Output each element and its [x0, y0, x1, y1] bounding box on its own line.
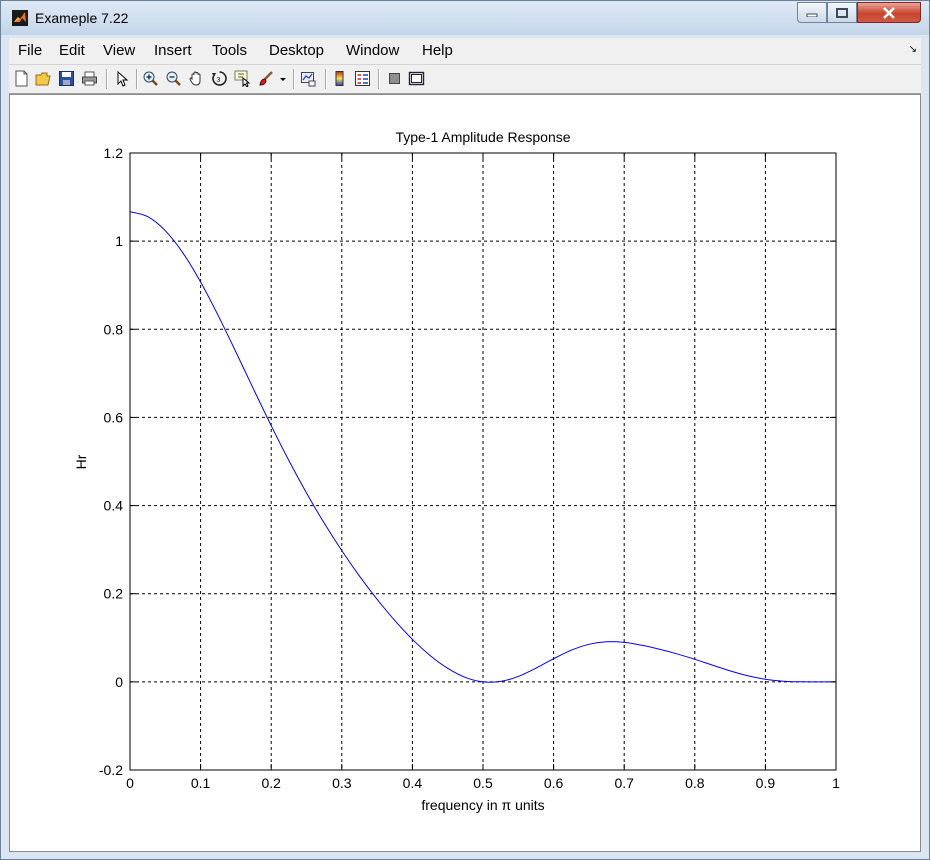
x-axis-label: frequency in π units	[421, 797, 544, 813]
x-tick-label: 0.6	[544, 775, 564, 791]
x-tick-label: 0.7	[614, 775, 634, 791]
y-tick-label: 1.2	[104, 145, 124, 161]
zoom-in-icon[interactable]	[142, 70, 159, 87]
toolbar-separator	[325, 69, 327, 89]
show-plot-tools-icon[interactable]	[408, 70, 425, 87]
maximize-icon	[836, 7, 848, 18]
x-tick-label: 0.4	[403, 775, 423, 791]
amplitude-response-plot: 0 0.1 0.2 0.3 0.4 0.5 0.6 0.7 0.8 0.9 1-0.200.20.4…	[73, 129, 840, 813]
menu-desktop[interactable]: Desktop	[269, 42, 324, 59]
pointer-icon[interactable]	[113, 70, 130, 87]
toolbar-separator	[106, 69, 108, 89]
menu-window[interactable]: Window	[346, 42, 399, 59]
menu-edit[interactable]: Edit	[59, 42, 85, 59]
close-icon	[883, 6, 895, 19]
brush-dropdown-icon[interactable]	[279, 70, 287, 87]
x-tick-label: 0.5	[473, 775, 493, 791]
y-tick-label: 0.6	[104, 409, 124, 425]
menu-insert[interactable]: Insert	[154, 42, 192, 59]
x-tick-label: 0.1	[191, 775, 211, 791]
maximize-button[interactable]	[827, 2, 857, 23]
matlab-icon	[12, 10, 28, 26]
open-file-icon[interactable]	[35, 70, 52, 87]
title-bar[interactable]: Exameple 7.22	[1, 1, 929, 35]
x-tick-label: 0.2	[261, 775, 281, 791]
new-figure-icon[interactable]	[13, 70, 30, 87]
toolbar-separator	[378, 69, 380, 89]
x-tick-label: 0.8	[685, 775, 705, 791]
menu-bar: File Edit View Insert Tools Desktop Wind…	[9, 38, 921, 65]
chart-title: Type-1 Amplitude Response	[395, 129, 570, 145]
figure-window: Exameple 7.22 File Edit View Insert Tool…	[0, 0, 930, 860]
x-tick-label: 0.9	[756, 775, 776, 791]
window-title: Exameple 7.22	[35, 10, 129, 26]
y-tick-label: -0.2	[99, 762, 123, 778]
menu-help[interactable]: Help	[422, 42, 453, 59]
y-axis-label: Hr	[73, 454, 89, 469]
svg-text:3: 3	[217, 77, 221, 84]
menu-view[interactable]: View	[103, 42, 135, 59]
brush-icon[interactable]	[258, 70, 275, 87]
y-tick-label: 0.4	[104, 498, 124, 514]
y-tick-label: 0.2	[104, 586, 124, 602]
insert-colorbar-icon[interactable]	[331, 70, 348, 87]
figure-canvas: 0 0.1 0.2 0.3 0.4 0.5 0.6 0.7 0.8 0.9 1 -0.2 0 0.2 0.4…	[9, 94, 921, 852]
menu-file[interactable]: File	[18, 42, 42, 59]
toolbar-separator	[136, 69, 138, 89]
x-tick-label: 0	[126, 775, 134, 791]
minimize-icon	[806, 13, 818, 17]
y-tick-label: 0	[115, 674, 123, 690]
menu-tools[interactable]: Tools	[212, 42, 247, 59]
data-cursor-icon[interactable]	[234, 70, 251, 87]
y-tick-label: 0.8	[104, 321, 124, 337]
figure-toolbar: 3	[9, 65, 921, 94]
link-plot-icon[interactable]	[300, 70, 317, 87]
print-icon[interactable]	[81, 70, 98, 87]
hide-plot-tools-icon[interactable]	[386, 70, 403, 87]
zoom-out-icon[interactable]	[165, 70, 182, 87]
toolbar-separator	[293, 69, 295, 89]
minimize-button[interactable]	[797, 2, 827, 23]
dock-figure-icon[interactable]: ↘	[909, 44, 917, 55]
insert-legend-icon[interactable]	[354, 70, 371, 87]
y-tick-label: 1	[115, 233, 123, 249]
rotate-3d-icon[interactable]: 3	[211, 70, 228, 87]
close-button[interactable]	[857, 2, 921, 23]
x-tick-label: 1	[832, 775, 840, 791]
save-icon[interactable]	[58, 70, 75, 87]
pan-hand-icon[interactable]	[188, 70, 205, 87]
x-tick-label: 0.3	[332, 775, 352, 791]
